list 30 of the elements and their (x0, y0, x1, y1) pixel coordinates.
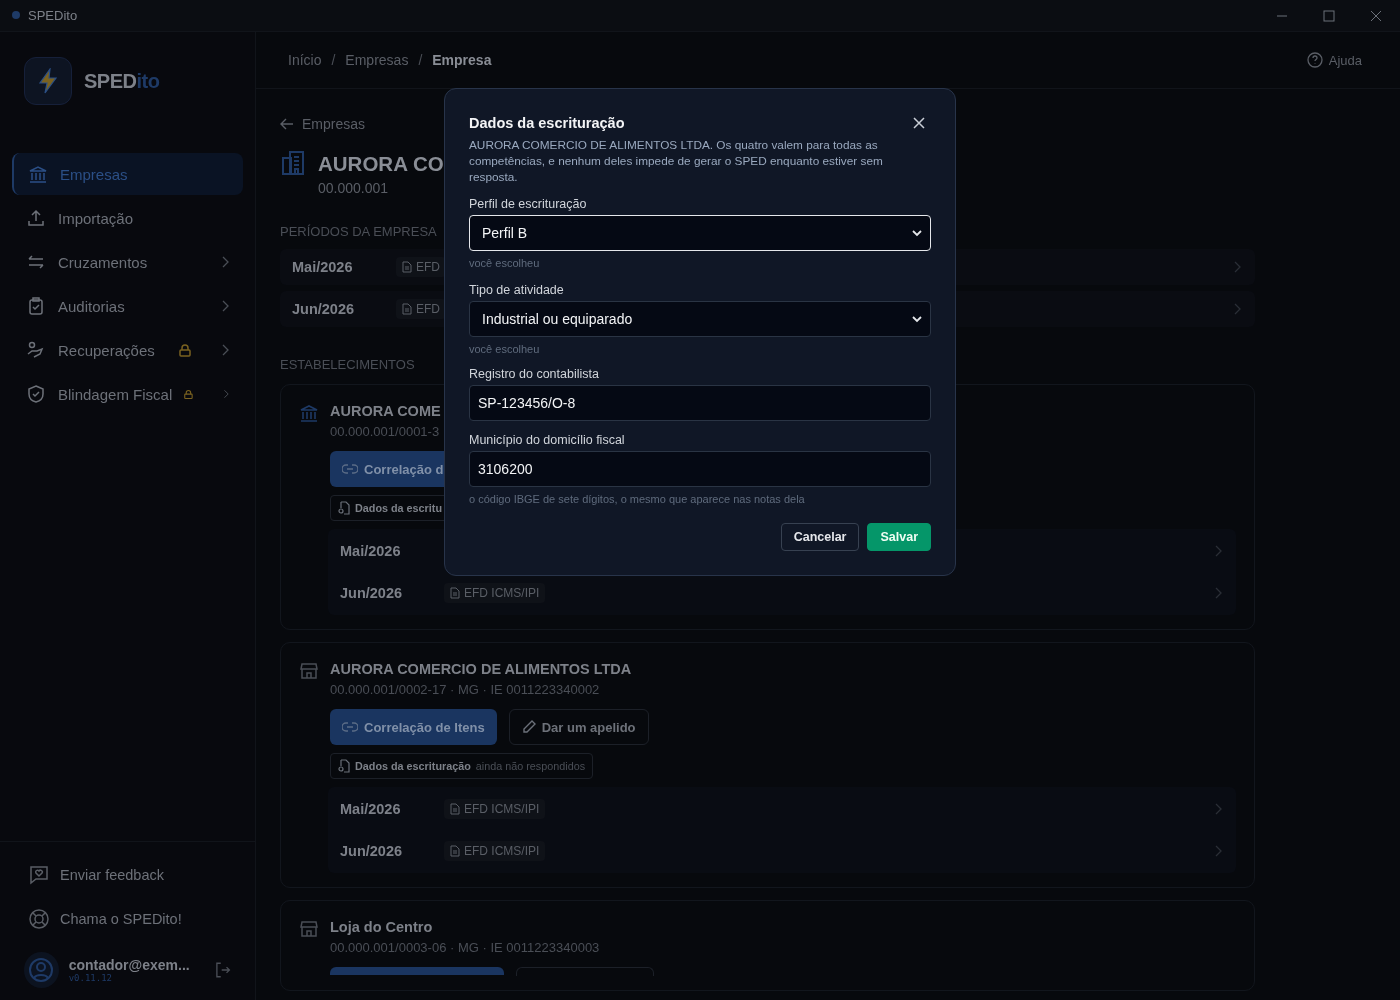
field-hint: você escolheu (469, 343, 541, 355)
company-id: 00.000.001 (318, 180, 390, 196)
field-label: Perfil de escrituração (469, 197, 588, 211)
brand-name: SPEDito (84, 69, 160, 93)
file-tag: EFD (396, 299, 446, 319)
file-tag: EFD ICMS/IPI (444, 799, 546, 819)
user-email: contador@exem... (68, 957, 190, 973)
dialog-title: Dados da escrituração (469, 115, 625, 131)
establishment-name: AURORA COMERCIO DE ALIMENTOS LTDA (330, 661, 632, 677)
breadcrumb-separator: / (331, 52, 336, 68)
establishment-details: 00.000.001/0001-3 (330, 424, 440, 439)
establishment-name: AURORA COME (330, 403, 441, 419)
field-hint: o código IBGE de sete dígitos, o mesmo que aparece nas notas dela (469, 493, 806, 505)
window-title: SPEDito (28, 8, 78, 23)
establishment-details: 00.000.001/0002-17 · MG · IE 0011223340002 (330, 682, 600, 697)
company-title: AURORA CO (318, 151, 444, 177)
field-label: Município do domicílio fiscal (469, 433, 626, 447)
field-label: Tipo de atividade (469, 283, 565, 297)
version-text: v0.11.12 (68, 973, 113, 983)
file-tag: EFD ICMS/IPI (444, 583, 546, 603)
file-tag: EFD (396, 257, 446, 277)
field-hint: você escolheu (469, 257, 541, 269)
section-heading: PERÍODOS DA EMPRESA (280, 224, 437, 239)
establishment-name: Loja do Centro (330, 919, 433, 935)
field-label: Registro do contabilista (469, 367, 600, 381)
establishment-details: 00.000.001/0003-06 · MG · IE 0011223340003 (330, 940, 600, 955)
section-heading: ESTABELECIMENTOS (280, 357, 415, 372)
dialog-description: AURORA COMERCIO DE ALIMENTOS LTDA. Os quatro valem para todas as competências, e nenhum deles impede de gerar o SPED enquanto estiver sem resposta. (469, 137, 884, 185)
file-tag: EFD ICMS/IPI (444, 841, 546, 861)
breadcrumb-separator: / (418, 52, 423, 68)
